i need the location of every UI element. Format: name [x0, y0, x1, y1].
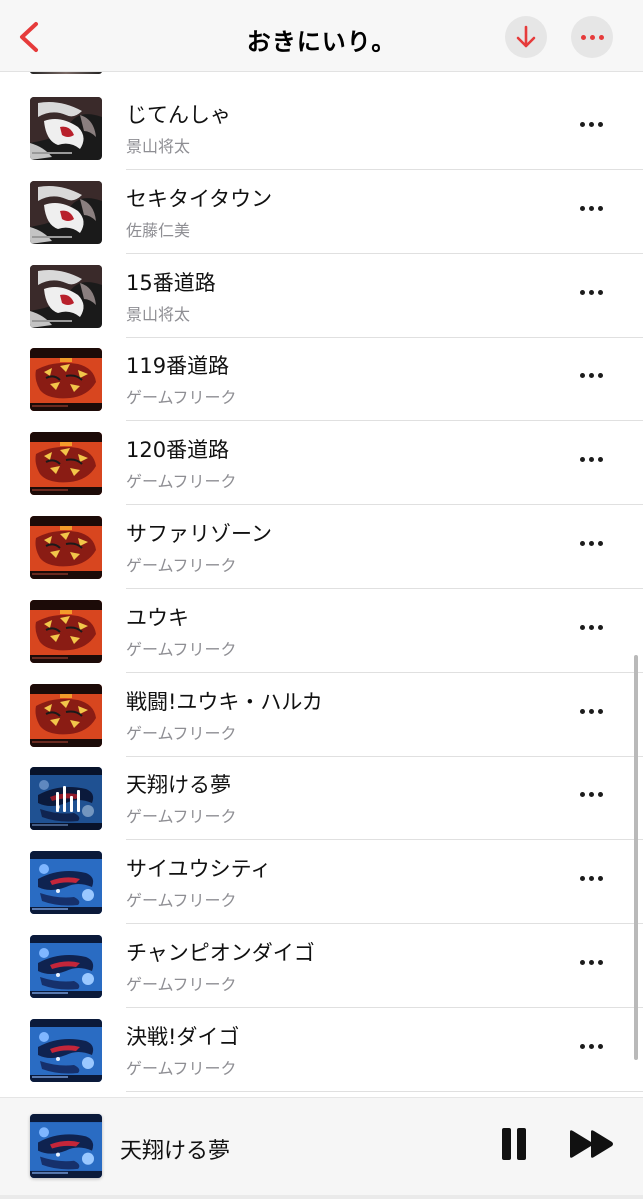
album-artwork[interactable] [30, 684, 102, 747]
song-artist: ゲームフリーク [126, 807, 237, 827]
pause-button[interactable] [500, 1128, 528, 1160]
song-more-button[interactable] [580, 792, 603, 798]
now-playing-title[interactable]: 天翔ける夢 [120, 1133, 230, 1165]
ellipsis-icon [580, 34, 604, 40]
song-title: 戦闘!ユウキ・ハルカ [126, 689, 323, 714]
song-more-button[interactable] [580, 541, 603, 546]
nav-header: おきにいり。 [0, 0, 643, 72]
now-playing-indicator [30, 767, 102, 831]
song-artist: ゲームフリーク [126, 639, 237, 659]
album-artwork[interactable] [30, 851, 102, 914]
song-row[interactable]: 天翔ける夢ゲームフリーク [0, 756, 643, 841]
album-artwork[interactable] [30, 348, 102, 411]
song-row[interactable]: 15番道路景山将太 [0, 254, 643, 338]
song-title: サファリゾーン [126, 522, 272, 546]
album-artwork[interactable] [30, 1019, 102, 1082]
bottom-bar [0, 1195, 643, 1199]
song-title: チャンピオンダイゴ [126, 941, 315, 965]
song-title: ユウキ [126, 605, 189, 630]
album-artwork[interactable] [30, 767, 102, 831]
song-more-button[interactable] [580, 1043, 603, 1049]
song-artist: ゲームフリーク [126, 388, 237, 408]
song-title: 決戦!ダイゴ [126, 1024, 240, 1049]
song-more-button[interactable] [580, 624, 603, 630]
song-artist: 景山将太 [126, 304, 191, 324]
song-row[interactable]: 戦闘!ユウキ・ハルカゲームフリーク [0, 673, 643, 757]
song-artist: ゲームフリーク [126, 723, 237, 743]
album-artwork[interactable] [30, 97, 102, 160]
scroll-indicator[interactable] [634, 655, 638, 1060]
song-row[interactable]: 120番道路ゲームフリーク [0, 421, 643, 506]
song-more-button[interactable] [580, 457, 603, 463]
song-more-button[interactable] [580, 960, 603, 965]
song-title: 15番道路 [126, 270, 216, 295]
song-artist: ゲームフリーク [126, 472, 237, 492]
song-more-button[interactable] [580, 205, 603, 211]
song-list[interactable]: じてんしゃ 景山将太 セキタイタウン 佐藤仁美 15番道路 景山将太 119番道路 ゲームフリ… [0, 72, 643, 1097]
song-artist: 景山将太 [126, 137, 191, 156]
download-button[interactable] [505, 16, 547, 58]
song-artist: ゲームフリーク [126, 975, 237, 994]
album-artwork[interactable] [30, 181, 102, 244]
album-artwork[interactable] [30, 600, 102, 663]
song-row[interactable]: チャンピオンダイゴゲームフリーク [0, 924, 643, 1008]
song-row[interactable]: サファリゾーンゲームフリーク [0, 505, 643, 589]
song-artist: ゲームフリーク [126, 1058, 237, 1078]
more-options-button[interactable] [571, 16, 613, 58]
arrow-down-icon [516, 25, 536, 48]
song-row[interactable]: 119番道路ゲームフリーク [0, 337, 643, 422]
song-row[interactable]: セキタイタウン佐藤仁美 [0, 170, 643, 254]
album-artwork[interactable] [30, 516, 102, 579]
now-playing-artwork[interactable] [30, 1114, 102, 1178]
skip-forward-icon [570, 1130, 613, 1158]
album-artwork[interactable] [30, 265, 102, 328]
song-title: 120番道路 [126, 438, 230, 463]
equalizer-icon [56, 786, 80, 813]
song-more-button[interactable] [580, 708, 603, 714]
song-more-button[interactable] [580, 373, 603, 379]
album-artwork[interactable] [30, 935, 102, 998]
song-title: セキタイタウン [126, 186, 273, 211]
song-title: じてんしゃ [126, 103, 231, 127]
album-artwork[interactable] [30, 432, 102, 495]
song-row[interactable]: サイユウシティゲームフリーク [0, 840, 643, 925]
song-artist: ゲームフリーク [126, 556, 237, 575]
song-more-button[interactable] [580, 876, 603, 882]
song-title: 119番道路 [126, 354, 230, 379]
song-row[interactable]: ユウキゲームフリーク [0, 589, 643, 673]
skip-forward-button[interactable] [568, 1129, 616, 1159]
song-artist: 佐藤仁美 [126, 220, 191, 240]
album-art-partial [30, 72, 102, 74]
song-row[interactable]: じてんしゃ 景山将太 [0, 86, 643, 170]
song-more-button[interactable] [580, 289, 603, 295]
song-title: サイユウシティ [126, 857, 272, 882]
mini-player[interactable]: 天翔ける夢 [0, 1097, 643, 1199]
row-divider [126, 1090, 643, 1092]
song-row[interactable]: 決戦!ダイゴゲームフリーク [0, 1008, 643, 1092]
song-title: 天翔ける夢 [126, 773, 231, 798]
song-artist: ゲームフリーク [126, 891, 237, 911]
song-more-button[interactable] [580, 122, 603, 127]
